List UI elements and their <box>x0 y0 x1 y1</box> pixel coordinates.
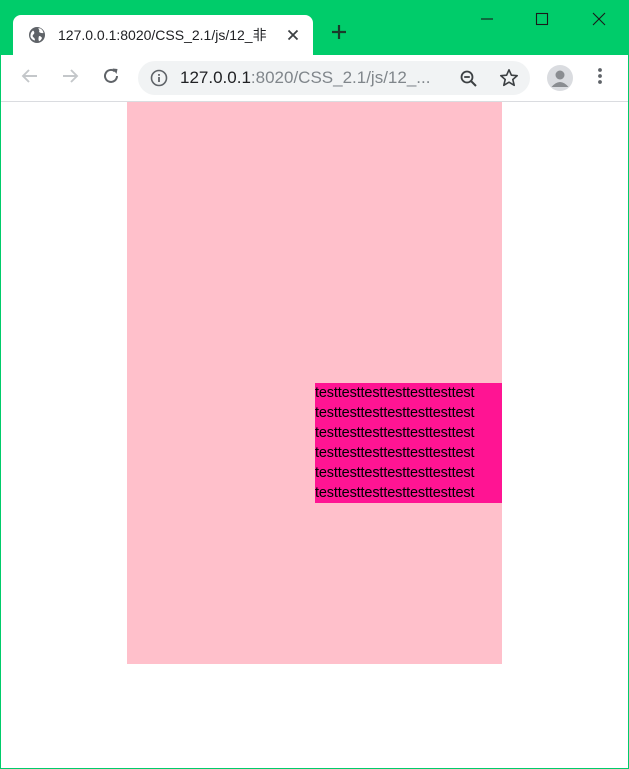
title-bar: 127.0.0.1:8020/CSS_2.1/js/12_非 <box>1 1 628 55</box>
maximize-icon <box>535 12 549 31</box>
info-icon[interactable] <box>150 69 168 87</box>
text-line: testtesttesttesttesttesttest <box>315 445 475 461</box>
url-path: :8020/CSS_2.1/js/12_... <box>250 68 431 87</box>
url-host: 127.0.0.1 <box>180 68 251 87</box>
address-bar[interactable]: 127.0.0.1:8020/CSS_2.1/js/12_... <box>138 61 530 95</box>
star-icon[interactable] <box>499 68 519 88</box>
arrow-left-icon <box>20 66 40 91</box>
maximize-button[interactable] <box>528 9 556 33</box>
minimize-button[interactable] <box>473 9 501 33</box>
menu-button[interactable] <box>590 67 610 89</box>
forward-button[interactable] <box>59 67 81 89</box>
avatar-icon[interactable] <box>547 65 573 91</box>
window-close-button[interactable] <box>585 9 613 33</box>
new-tab-button[interactable] <box>328 23 350 45</box>
zoom-out-icon[interactable] <box>459 69 479 89</box>
reload-button[interactable] <box>100 67 122 89</box>
url-text[interactable]: 127.0.0.1:8020/CSS_2.1/js/12_... <box>180 68 450 88</box>
inner-deeppink-box: testtesttesttesttesttesttest testtesttes… <box>315 383 502 503</box>
close-icon <box>592 12 606 31</box>
globe-icon <box>28 26 46 44</box>
browser-toolbar: 127.0.0.1:8020/CSS_2.1/js/12_... <box>1 55 628 102</box>
page-viewport: testtesttesttesttesttesttest testtesttes… <box>1 102 628 768</box>
browser-tab[interactable]: 127.0.0.1:8020/CSS_2.1/js/12_非 <box>13 15 313 55</box>
close-icon[interactable] <box>284 26 302 44</box>
browser-window: 127.0.0.1:8020/CSS_2.1/js/12_非 127.0.0.1… <box>0 0 629 769</box>
tab-title: 127.0.0.1:8020/CSS_2.1/js/12_非 <box>58 27 267 43</box>
back-button[interactable] <box>19 67 41 89</box>
plus-icon <box>330 23 348 46</box>
text-line: testtesttesttesttesttesttest <box>315 465 475 481</box>
minimize-icon <box>480 12 494 31</box>
more-vertical-icon <box>597 67 603 90</box>
text-line: testtesttesttesttesttesttest <box>315 425 475 441</box>
outer-pink-box: testtesttesttesttesttesttest testtesttes… <box>127 102 502 664</box>
text-line: testtesttesttesttesttesttest <box>315 405 475 421</box>
arrow-right-icon <box>60 66 80 91</box>
text-line: testtesttesttesttesttesttest <box>315 385 475 401</box>
reload-icon <box>101 66 121 91</box>
text-line: testtesttesttesttesttesttest <box>315 485 475 501</box>
